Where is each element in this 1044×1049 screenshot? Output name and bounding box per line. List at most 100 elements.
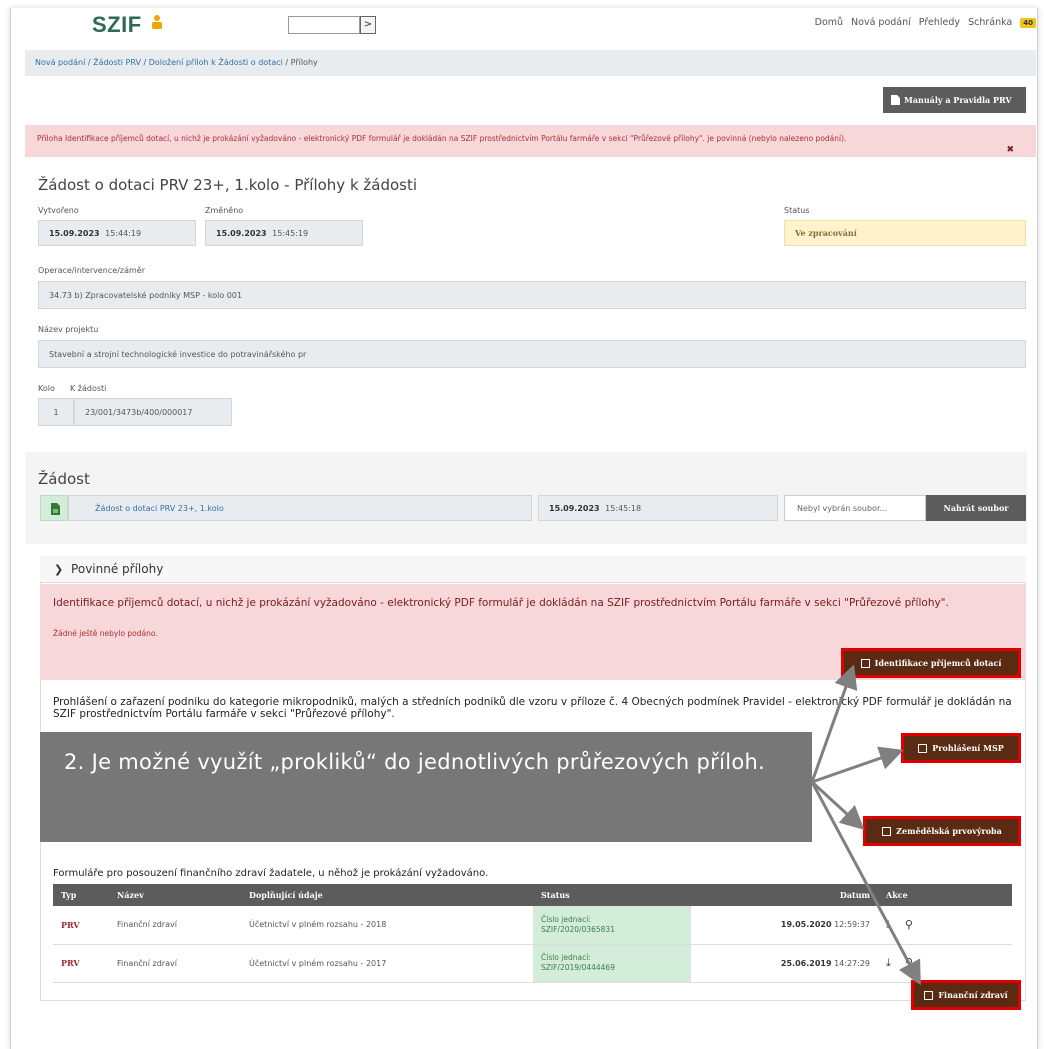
breadcrumb-current: Přílohy xyxy=(290,58,318,67)
cell-actions: ⤓ ⚲ xyxy=(878,944,1012,983)
column-header: Akce xyxy=(878,884,1012,906)
manuals-button-label: Manuály a Pravidla PRV xyxy=(904,95,1012,105)
round-field: 1 xyxy=(38,398,74,426)
page-title: Žádost o dotaci PRV 23+, 1.kolo - Příloh… xyxy=(38,176,418,194)
breadcrumb-item[interactable]: Doložení příloh k Žádosti o dotaci xyxy=(149,58,283,67)
changed-label: Změněno xyxy=(205,206,244,215)
search-input[interactable] xyxy=(288,16,360,34)
column-header: Doplňující údaje xyxy=(241,884,533,906)
changed-time: 15:45:19 xyxy=(272,228,309,238)
cell-status: Číslo jednací: SZIF/2019/0444469 xyxy=(533,944,691,983)
column-header: Název xyxy=(109,884,241,906)
prohlaseni-msp-label: Prohlášení MSP xyxy=(932,743,1004,753)
table-row: PRV Finanční zdraví Účetnictví v plném r… xyxy=(53,906,1012,945)
nav-inbox[interactable]: Schránka xyxy=(968,17,1012,28)
created-label: Vytvořeno xyxy=(38,206,79,215)
financial-health-title: Formuláře pro posouzení finančního zdrav… xyxy=(53,868,489,879)
external-link-icon xyxy=(882,826,892,836)
szif-logo[interactable]: SZIF xyxy=(92,12,142,38)
operation-field: 34.73 b) Zpracovatelské podniky MSP - ko… xyxy=(38,281,1026,309)
time-value: 14:27:29 xyxy=(834,958,870,968)
top-nav: Domů Nová podání Přehledy Schránka 40 xyxy=(815,17,1036,28)
attachment-status-text: Žádné ještě nebylo podáno. xyxy=(53,629,158,638)
download-icon[interactable]: ⤓ xyxy=(886,956,891,969)
cell-date: 25.06.2019 14:27:29 xyxy=(691,944,878,983)
zemedelska-prvovyroba-label: Zemědělská prvovýroba xyxy=(896,826,1002,836)
identifikace-button-label: Identifikace příjemců dotací xyxy=(874,658,1002,668)
breadcrumb-item[interactable]: Nová podání xyxy=(35,58,85,67)
search-button[interactable]: > xyxy=(360,16,376,34)
column-header: Status xyxy=(533,884,691,906)
search-icon[interactable]: ⚲ xyxy=(905,918,913,931)
download-icon[interactable]: ⤓ xyxy=(886,918,891,931)
operation-label: Operace/intervence/záměr xyxy=(38,266,145,275)
time-value: 12:59:37 xyxy=(834,920,870,930)
round-label: Kolo xyxy=(38,384,55,393)
pdf-file-icon xyxy=(40,495,68,521)
status-line: Číslo jednací: xyxy=(541,914,591,924)
financni-zdravi-button[interactable]: Finanční zdraví xyxy=(911,980,1021,1010)
external-link-icon xyxy=(860,658,870,668)
status-label: Status xyxy=(784,206,810,215)
date-value: 19.05.2020 xyxy=(780,920,832,930)
to-request-label: K žádosti xyxy=(70,384,107,393)
cell-date: 19.05.2020 12:59:37 xyxy=(691,906,878,945)
zadost-time: 15:45:18 xyxy=(605,503,642,513)
nav-overviews[interactable]: Přehledy xyxy=(919,17,960,28)
changed-field: 15.09.2023 15:45:19 xyxy=(205,220,363,246)
column-header: Typ xyxy=(53,884,109,906)
cell-udaje: Účetnictví v plném rozsahu - 2017 xyxy=(241,944,533,983)
attachment-title: Identifikace příjemců dotací, u nichž je… xyxy=(53,597,949,609)
farmer-logo-icon xyxy=(152,15,162,29)
zadost-document-link[interactable]: Žádost o dotaci PRV 23+, 1.kolo xyxy=(68,495,532,521)
cell-actions: ⤓ ⚲ xyxy=(878,906,1012,945)
search-icon[interactable]: ⚲ xyxy=(905,956,913,969)
identifikace-button[interactable]: Identifikace příjemců dotací xyxy=(841,648,1021,678)
inbox-count-badge[interactable]: 40 xyxy=(1020,17,1036,28)
status-line: SZIF/2019/0444469 xyxy=(541,963,615,972)
manuals-button[interactable]: Manuály a Pravidla PRV xyxy=(883,87,1026,113)
cell-nazev: Finanční zdraví xyxy=(109,944,241,983)
close-icon[interactable]: ✖ xyxy=(1006,145,1014,155)
cell-typ: PRV xyxy=(53,906,109,945)
zadost-heading: Žádost xyxy=(38,470,90,488)
status-line: Číslo jednací: xyxy=(541,953,591,962)
status-badge: Ve zpracování xyxy=(784,220,1026,246)
breadcrumb: Nová podání / Žádosti PRV / Doložení pří… xyxy=(25,50,1036,76)
nav-new-submissions[interactable]: Nová podání xyxy=(851,17,911,28)
to-request-field: 23/001/3473b/400/000017 xyxy=(74,398,232,426)
nav-home[interactable]: Domů xyxy=(815,17,843,28)
financial-health-table: Typ Název Doplňující údaje Status Datum … xyxy=(53,884,1012,983)
table-row: PRV Finanční zdraví Účetnictví v plném r… xyxy=(53,944,1012,983)
project-label: Název projektu xyxy=(38,325,99,334)
mandatory-heading: Povinné přílohy xyxy=(71,562,164,576)
date-value: 25.06.2019 xyxy=(780,958,832,968)
financni-zdravi-label: Finanční zdraví xyxy=(938,990,1008,1000)
cell-nazev: Finanční zdraví xyxy=(109,906,241,945)
status-line: SZIF/2020/0365831 xyxy=(541,924,615,934)
document-icon xyxy=(891,95,900,105)
alert-banner: Příloha Identifikace příjemců dotací, u … xyxy=(25,125,1036,157)
upload-file-button[interactable]: Nahrát soubor xyxy=(926,495,1026,521)
prohlaseni-msp-button[interactable]: Prohlášení MSP xyxy=(901,733,1021,763)
breadcrumb-item[interactable]: Žádosti PRV xyxy=(93,58,141,67)
attachment-title: Prohlášení o zařazení podniku do kategor… xyxy=(53,696,1012,720)
cell-udaje: Účetnictví v plném rozsahu - 2018 xyxy=(241,906,533,945)
zemedelska-prvovyroba-button[interactable]: Zemědělská prvovýroba xyxy=(863,816,1021,846)
column-header: Datum xyxy=(691,884,878,906)
zadost-date-field: 15.09.2023 15:45:18 xyxy=(538,495,778,521)
changed-date: 15.09.2023 xyxy=(216,228,267,238)
created-time: 15:44:19 xyxy=(105,228,142,238)
project-field: Stavební a strojní technologické investi… xyxy=(38,340,1026,368)
chevron-down-icon: ❯ xyxy=(54,563,64,576)
mandatory-attachments-header[interactable]: ❯ Povinné přílohy xyxy=(40,556,1026,583)
created-field: 15.09.2023 15:44:19 xyxy=(38,220,196,246)
file-input[interactable]: Nebyl vybrán soubor... xyxy=(784,495,926,521)
cell-typ: PRV xyxy=(53,944,109,983)
cell-status: Číslo jednací: SZIF/2020/0365831 xyxy=(533,906,691,945)
external-link-icon xyxy=(918,743,928,753)
created-date: 15.09.2023 xyxy=(49,228,100,238)
external-link-icon xyxy=(924,990,934,1000)
zadost-date: 15.09.2023 xyxy=(549,503,600,513)
alert-text: Příloha Identifikace příjemců dotací, u … xyxy=(37,134,847,143)
